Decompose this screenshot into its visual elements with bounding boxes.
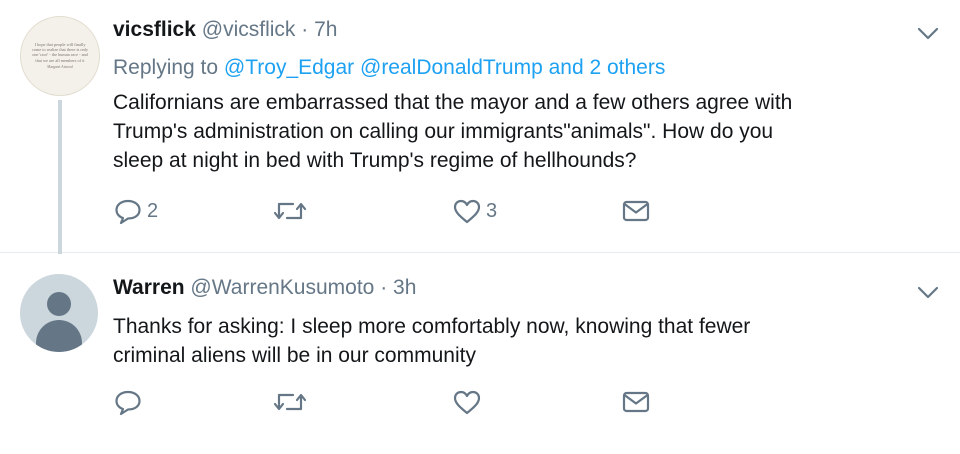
message-button[interactable] [622, 196, 650, 226]
action-bar [113, 387, 673, 417]
like-button[interactable] [452, 387, 482, 417]
avatar[interactable] [20, 274, 98, 352]
tweet-text-line: Trump's administration on calling our im… [113, 120, 774, 143]
reply-button[interactable]: 2 [113, 196, 158, 226]
tweet-text: Thanks for asking: I sleep more comforta… [113, 312, 933, 370]
retweet-icon [273, 202, 307, 220]
chevron-down-icon[interactable] [917, 27, 939, 41]
like-icon [453, 390, 481, 415]
tweet-warren[interactable]: Warren @WarrenKusumoto · 3h Thanks for a… [0, 253, 960, 443]
reply-icon [115, 390, 141, 416]
tweet-text: Californians are embarrassed that the ma… [113, 88, 933, 175]
timestamp[interactable]: 3h [393, 276, 416, 299]
user-handle[interactable]: @WarrenKusumoto [190, 276, 374, 299]
message-icon [622, 391, 650, 413]
tweet-vicsflick[interactable]: I hope that people will finally come to … [0, 0, 960, 254]
tweet-text-line: criminal aliens will be in our community [113, 344, 476, 367]
reply-icon [115, 199, 141, 225]
chevron-down-icon[interactable] [917, 286, 939, 300]
like-icon [453, 199, 481, 224]
like-button[interactable]: 3 [452, 196, 497, 226]
display-name[interactable]: vicsflick [113, 18, 196, 41]
tweet-text-line: Thanks for asking: I sleep more comforta… [113, 315, 751, 338]
separator: · [301, 18, 309, 41]
default-avatar-body [36, 320, 82, 352]
thread-line [58, 100, 62, 254]
replying-to: Replying to @Troy_Edgar @realDonaldTrump… [113, 56, 665, 80]
like-count: 3 [486, 199, 498, 222]
message-icon [622, 200, 650, 222]
replying-to-link[interactable]: @Troy_Edgar @realDonaldTrump and 2 other… [224, 56, 665, 79]
action-bar: 2 3 [113, 196, 673, 226]
avatar[interactable]: I hope that people will finally come to … [20, 16, 100, 96]
reply-count: 2 [147, 199, 159, 222]
retweet-button[interactable] [273, 196, 307, 226]
timestamp[interactable]: 7h [314, 18, 337, 41]
message-button[interactable] [622, 387, 650, 417]
tweet-header: Warren @WarrenKusumoto · 3h [113, 276, 416, 300]
display-name[interactable]: Warren [113, 276, 185, 299]
tweet-header: vicsflick @vicsflick · 7h [113, 18, 337, 42]
tweet-text-line: sleep at night in bed with Trump's regim… [113, 149, 637, 172]
retweet-icon [273, 393, 307, 411]
reply-button[interactable] [113, 387, 147, 417]
tweet-text-line: Californians are embarrassed that the ma… [113, 91, 793, 114]
replying-prefix: Replying to [113, 56, 219, 79]
avatar-quote: I hope that people will finally come to … [31, 41, 89, 69]
separator: · [380, 276, 388, 299]
user-handle[interactable]: @vicsflick [202, 18, 296, 41]
retweet-button[interactable] [273, 387, 307, 417]
default-avatar-head [47, 292, 71, 316]
